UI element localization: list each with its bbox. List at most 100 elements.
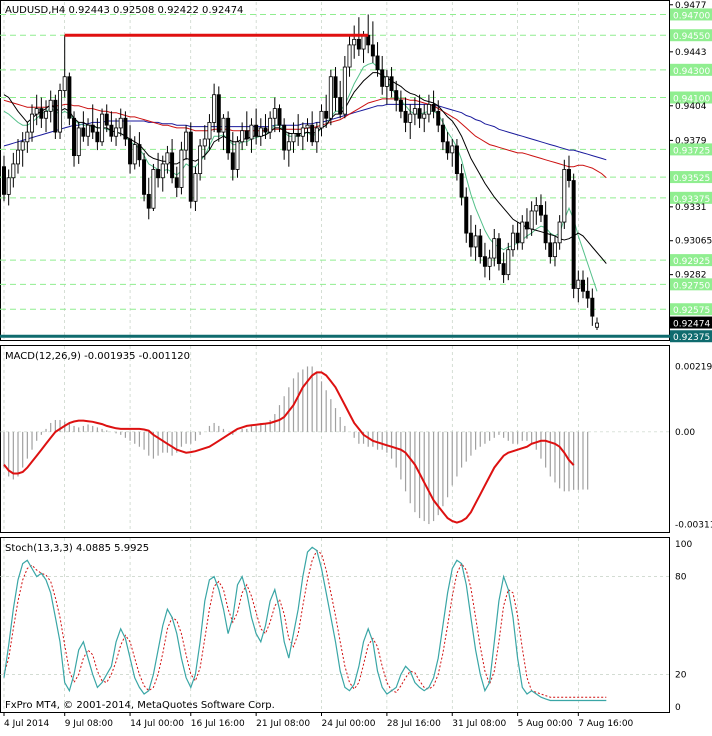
candle-body [44,110,49,119]
candle-body [529,210,534,230]
time-tick-label: 9 Jul 08:00 [65,719,114,729]
candle-body [552,242,557,258]
candle-body [328,76,333,119]
candle-body [118,117,123,129]
candle-body [16,149,21,165]
candle-body [179,149,184,188]
candle-body [492,238,497,259]
candle-body [146,193,151,209]
candle-body [384,76,389,87]
candle-body [398,99,403,112]
candle-body [277,108,282,126]
candle-body [510,232,515,251]
level-price-label: 0.93725 [673,146,710,156]
candle-body [394,90,399,101]
candle-body [520,221,525,244]
stochastic-header: Stoch(13,3,3) 4.0885 5.9925 [5,543,149,554]
candle-body [380,69,385,87]
candle-body [254,124,259,137]
price-tick-label: 0.93065 [675,237,712,247]
candle-body [482,256,487,267]
candle-body [403,110,408,123]
candle-body [310,124,315,143]
time-tick-label: 14 Jul 00:00 [130,719,184,729]
candle-body [104,113,109,126]
candle-body [422,113,427,119]
candle-body [361,34,366,50]
current-price-label: 0.92474 [673,320,710,330]
candle-body [566,169,571,181]
copyright-footer: FxPro MT4, © 2001-2014, MetaQuotes Softw… [5,700,275,711]
candle-body [128,138,133,165]
candle-body [352,38,357,46]
macd-tick-label: 0.00 [675,428,695,438]
candle-body [426,104,431,115]
candle-body [296,133,301,137]
candle-body [496,238,501,264]
candle-body [240,130,245,143]
candle-body [221,117,226,133]
candle-body [249,124,254,140]
candle-body [347,44,352,68]
candle-body [72,117,77,157]
level-price-label: 0.94550 [673,32,710,42]
candle-body [291,133,296,143]
candle-body [501,263,506,276]
candle-body [412,108,417,115]
candle-body [538,205,543,216]
candle-body [487,257,492,267]
level-price-label: 0.94300 [673,67,710,77]
candle-body [356,38,361,50]
time-tick-label: 31 Jul 08:00 [452,719,506,729]
candle-body [123,117,128,140]
candle-body [207,122,212,140]
candle-body [235,141,240,170]
price-tick-label: 0.9443 [675,48,707,58]
candle-body [174,177,179,188]
candle-body [324,110,329,119]
candle-body [48,99,53,112]
time-tick-label: 4 Jul 2014 [4,719,49,729]
candle-body [198,145,203,175]
candle-body [188,131,193,202]
candle-body [440,124,445,143]
candle-body [543,214,548,244]
candle-body [81,127,86,137]
stochastic-tick-label: 80 [675,573,687,583]
candle-body [333,76,338,98]
time-tick-label: 28 Jul 16:00 [387,719,441,729]
candle-body [160,163,165,179]
candle-body [86,124,91,137]
candle-body [151,169,156,209]
candle-body [548,242,553,258]
chart-canvas[interactable]: AUDUSD,H4 0.92443 0.92508 0.92422 0.9247… [0,0,712,732]
candle-body [436,110,441,126]
candle-body [468,232,473,248]
candle-body [62,76,67,91]
candle-body [515,232,520,244]
candle-body [39,108,44,119]
candle-body [450,145,455,154]
candle-body [585,290,590,299]
price-header: AUDUSD,H4 0.92443 0.92508 0.92422 0.9247… [5,5,243,16]
candle-body [11,163,16,179]
candle-body [571,180,576,289]
candle-body [212,94,217,123]
candle-body [268,117,273,133]
macd-tick-label: -0.00311 [675,520,712,530]
candle-body [67,76,72,119]
time-tick-label: 21 Jul 08:00 [256,719,310,729]
candle-body [375,55,380,71]
candle-body [459,173,464,198]
stochastic-tick-label: 100 [675,540,692,550]
candle-body [305,124,310,129]
candle-body [170,152,175,179]
candle-body [184,131,189,151]
time-tick-label: 16 Jul 16:00 [191,719,245,729]
candle-body [408,113,413,123]
candle-body [580,279,585,292]
candle-body [2,166,7,195]
candle-body [132,144,137,165]
candle-body [202,138,207,147]
candle-body [142,159,147,195]
